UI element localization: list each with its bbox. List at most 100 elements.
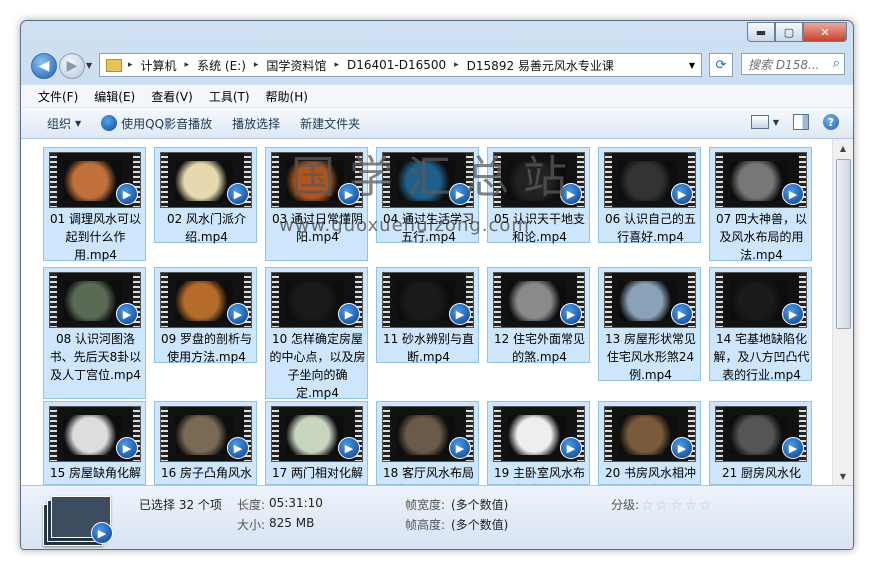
- address-row: ◀ ▶ ▼ ▸ 计算机 ▸ 系统 (E:) ▸ 国学资料馆 ▸ D16401-D…: [29, 51, 845, 81]
- file-name: 10 怎样确定房屋的中心点，以及房子坐向的确定.mp4: [269, 332, 366, 400]
- video-thumbnail: ▶: [160, 152, 252, 208]
- length-value: 05:31:10: [269, 496, 323, 510]
- file-name: 15 房屋缺角化解的方法.mp4: [49, 466, 142, 485]
- rating-label: 分级:: [611, 498, 640, 512]
- file-name: 18 客厅风水布局相冲化解方法.mp4: [382, 466, 475, 485]
- qq-player-icon: ▶: [782, 303, 804, 325]
- breadcrumb-computer[interactable]: 计算机: [141, 57, 177, 74]
- video-thumbnail: ▶: [160, 406, 252, 462]
- back-button[interactable]: ◀: [31, 53, 57, 79]
- search-icon[interactable]: ⌕: [833, 56, 840, 71]
- video-thumbnail: ▶: [715, 406, 807, 462]
- file-item[interactable]: ▶ 11 砂水辨别与直断.mp4: [376, 267, 479, 364]
- new-folder-label: 新建文件夹: [300, 116, 361, 131]
- file-item[interactable]: ▶ 18 客厅风水布局相冲化解方法.mp4: [376, 401, 479, 485]
- file-name: 21 厨房风水化解.mp4: [721, 466, 802, 485]
- frame-width-label: 帧宽度:: [405, 498, 446, 512]
- help-icon[interactable]: ?: [823, 114, 839, 130]
- qq-player-icon: ▶: [449, 303, 471, 325]
- rating-stars[interactable]: ☆☆☆☆☆: [641, 498, 714, 514]
- frame-height-value: (多个数值): [451, 518, 509, 532]
- menu-view[interactable]: 查看(V): [143, 88, 201, 105]
- video-thumbnail: ▶: [271, 272, 363, 328]
- file-item[interactable]: ▶ 16 房子凸角风水好不好.mp4: [154, 401, 257, 485]
- file-item[interactable]: ▶ 08 认识河图洛书、先后天8卦以及人丁宫位.mp4: [43, 267, 146, 399]
- breadcrumb-drive[interactable]: 系统 (E:): [197, 57, 246, 74]
- qq-player-icon: ▶: [671, 437, 693, 459]
- file-item[interactable]: ▶ 10 怎样确定房屋的中心点，以及房子坐向的确定.mp4: [265, 267, 368, 400]
- menu-edit[interactable]: 编辑(E): [86, 88, 143, 105]
- qq-player-icon: ▶: [227, 437, 249, 459]
- organize-button[interactable]: 组织 ▼: [21, 115, 91, 132]
- scroll-down-icon[interactable]: ▼: [833, 467, 853, 485]
- folder-icon: [106, 58, 122, 72]
- history-dropdown-icon[interactable]: ▼: [86, 61, 92, 70]
- qq-player-icon: ▶: [338, 303, 360, 325]
- chevron-right-icon: ▸: [128, 60, 133, 70]
- change-view-button[interactable]: ▼: [750, 115, 779, 129]
- address-bar[interactable]: ▸ 计算机 ▸ 系统 (E:) ▸ 国学资料馆 ▸ D16401-D16500 …: [99, 53, 701, 77]
- file-name: 16 房子凸角风水好不好.mp4: [160, 466, 253, 485]
- address-dropdown-icon[interactable]: ▼: [683, 53, 702, 77]
- file-item[interactable]: ▶ 20 书房风水相冲化解方法.mp4: [598, 401, 701, 485]
- search-input[interactable]: 搜索 D158... ⌕: [741, 53, 845, 75]
- file-item[interactable]: ▶ 06 认识自己的五行喜好.mp4: [598, 147, 701, 244]
- file-item[interactable]: ▶ 07 四大神兽，以及风水布局的用法.mp4: [709, 147, 812, 262]
- video-thumbnail: ▶: [604, 152, 696, 208]
- scroll-thumb[interactable]: [836, 159, 851, 329]
- qq-player-icon: [101, 115, 118, 131]
- file-item[interactable]: ▶ 21 厨房风水化解.mp4: [709, 401, 812, 485]
- chevron-down-icon: ▼: [75, 118, 82, 128]
- file-name: 14 宅基地缺陷化解，及八方凹凸代表的行业.mp4: [713, 332, 810, 382]
- forward-button[interactable]: ▶: [59, 53, 85, 79]
- file-item[interactable]: ▶ 09 罗盘的剖析与使用方法.mp4: [154, 267, 257, 364]
- file-item[interactable]: ▶ 17 两门相对化解方法.mp4: [265, 401, 368, 485]
- chevron-right-icon: ▸: [184, 60, 190, 70]
- qq-player-icon: ▶: [671, 183, 693, 205]
- video-thumbnail: ▶: [715, 152, 807, 208]
- qq-player-icon: ▶: [560, 437, 582, 459]
- file-item[interactable]: ▶ 01 调理风水可以起到什么作用.mp4: [43, 147, 146, 262]
- scroll-up-icon[interactable]: ▲: [833, 139, 853, 157]
- chevron-right-icon: ▸: [253, 60, 259, 70]
- breadcrumb-folder-2[interactable]: D16401-D16500: [347, 58, 446, 72]
- maximize-button[interactable]: ▢: [775, 22, 803, 42]
- video-thumbnail: ▶: [49, 152, 141, 208]
- new-folder-button[interactable]: 新建文件夹: [290, 115, 370, 132]
- qq-player-icon: ▶: [116, 437, 138, 459]
- menu-file[interactable]: 文件(F): [21, 88, 86, 105]
- window-controls: ▬ ▢ ✕: [747, 22, 847, 42]
- video-thumbnail: ▶: [271, 406, 363, 462]
- file-item[interactable]: ▶ 15 房屋缺角化解的方法.mp4: [43, 401, 146, 485]
- qq-player-icon: ▶: [560, 303, 582, 325]
- refresh-icon[interactable]: ⟳: [709, 53, 733, 77]
- file-item[interactable]: ▶ 13 房屋形状常见住宅风水形煞24例.mp4: [598, 267, 701, 382]
- play-selection-button[interactable]: 播放选择: [222, 115, 290, 132]
- selection-count: 已选择 32 个项: [139, 498, 222, 512]
- video-thumbnail: ▶: [604, 272, 696, 328]
- file-name: 13 房屋形状常见住宅风水形煞24例.mp4: [604, 332, 697, 382]
- file-item[interactable]: ▶ 12 住宅外面常见的煞.mp4: [487, 267, 590, 364]
- qq-player-icon: ▶: [671, 303, 693, 325]
- qq-player-icon: ▶: [782, 437, 804, 459]
- play-with-qq-button[interactable]: 使用QQ影音播放: [91, 115, 222, 132]
- close-button[interactable]: ✕: [803, 22, 847, 42]
- menu-tools[interactable]: 工具(T): [201, 88, 258, 105]
- minimize-button[interactable]: ▬: [747, 22, 775, 42]
- size-value: 825 MB: [269, 516, 315, 530]
- watermark-url: www.guoxuehuizong.com: [279, 215, 530, 236]
- file-item[interactable]: ▶ 02 风水门派介绍.mp4: [154, 147, 257, 244]
- explorer-window: ▬ ▢ ✕ ◀ ▶ ▼ ▸ 计算机 ▸ 系统 (E:) ▸ 国学资料馆 ▸ D1…: [20, 20, 854, 550]
- qq-player-icon: ▶: [227, 303, 249, 325]
- video-thumbnail: ▶: [160, 272, 252, 328]
- breadcrumb-folder-1[interactable]: 国学资料馆: [266, 57, 326, 74]
- file-item[interactable]: ▶ 14 宅基地缺陷化解，及八方凹凸代表的行业.mp4: [709, 267, 812, 382]
- play-with-qq-label: 使用QQ影音播放: [121, 116, 213, 131]
- menu-help[interactable]: 帮助(H): [258, 88, 316, 105]
- vertical-scrollbar[interactable]: ▲ ▼: [832, 139, 853, 485]
- file-item[interactable]: ▶ 19 主卧室风水布局相冲化解方法.mp4: [487, 401, 590, 485]
- breadcrumb-folder-3[interactable]: D15892 易善元风水专业课: [467, 57, 614, 74]
- preview-pane-icon[interactable]: [793, 114, 809, 130]
- frame-width-value: (多个数值): [451, 498, 509, 512]
- file-name: 12 住宅外面常见的煞.mp4: [493, 332, 586, 364]
